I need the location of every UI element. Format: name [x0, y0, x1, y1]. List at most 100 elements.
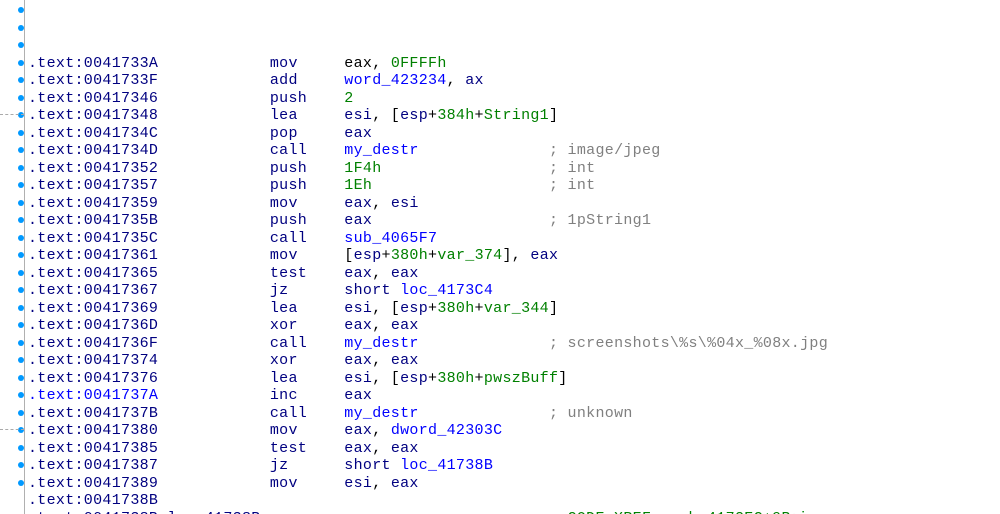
section-addr: .text:00417359	[28, 195, 158, 212]
breakpoint-dot[interactable]	[18, 130, 24, 136]
mnemonic: push	[270, 177, 344, 194]
code-line[interactable]: .text:00417352 push 1F4h ; int	[28, 160, 1000, 178]
code-line[interactable]: .text:00417380 mov eax, dword_42303C	[28, 422, 1000, 440]
breakpoint-dot[interactable]	[18, 480, 24, 486]
breakpoint-dot[interactable]	[18, 410, 24, 416]
comment: ; 1pString1	[549, 212, 651, 229]
breakpoint-dot[interactable]	[18, 147, 24, 153]
code-line[interactable]: .text:00417387 jz short loc_41738B	[28, 457, 1000, 475]
code-label	[168, 335, 270, 352]
mnemonic: lea	[270, 300, 344, 317]
breakpoint-dot[interactable]	[18, 252, 24, 258]
breakpoint-dot[interactable]	[18, 340, 24, 346]
code-line[interactable]: .text:0041735B push eax ; 1pString1	[28, 212, 1000, 230]
comment: ; image/jpeg	[549, 142, 661, 159]
code-line[interactable]: .text:00417374 xor eax, eax	[28, 352, 1000, 370]
breakpoint-dot[interactable]	[18, 235, 24, 241]
code-line[interactable]: .text:0041738B loc_41738B: ; CODE XREF: …	[28, 510, 1000, 514]
operands: my_destr	[344, 142, 418, 159]
fold-rule	[0, 429, 24, 431]
code-line[interactable]: .text:00417385 test eax, eax	[28, 440, 1000, 458]
code-label	[168, 125, 270, 142]
breakpoint-dot[interactable]	[18, 305, 24, 311]
code-line[interactable]: .text:00417376 lea esi, [esp+380h+pwszBu…	[28, 370, 1000, 388]
operands: 1F4h	[344, 160, 381, 177]
code-line[interactable]: .text:0041734D call my_destr ; image/jpe…	[28, 142, 1000, 160]
breakpoint-dot[interactable]	[18, 165, 24, 171]
mnemonic: call	[270, 405, 344, 422]
code-lines: .text:0041733A mov eax, 0FFFFh.text:0041…	[28, 55, 1000, 514]
breakpoint-dot[interactable]	[18, 392, 24, 398]
breakpoint-dot[interactable]	[18, 200, 24, 206]
operands: my_destr	[344, 335, 418, 352]
breakpoint-dot[interactable]	[18, 375, 24, 381]
comment: ; unknown	[549, 405, 633, 422]
operands: 2	[344, 90, 353, 107]
fold-rule	[0, 114, 24, 116]
operands: eax, eax	[344, 317, 418, 334]
breakpoint-dot[interactable]	[18, 217, 24, 223]
code-line[interactable]: .text:00417367 jz short loc_4173C4	[28, 282, 1000, 300]
disassembly-view: .text:0041733A mov eax, 0FFFFh.text:0041…	[0, 0, 1000, 514]
breakpoint-dot[interactable]	[18, 357, 24, 363]
code-line[interactable]: .text:0041735C call sub_4065F7	[28, 230, 1000, 248]
mnemonic: pop	[270, 125, 344, 142]
code-label	[168, 405, 270, 422]
code-line[interactable]: .text:0041736D xor eax, eax	[28, 317, 1000, 335]
code-line[interactable]: .text:00417361 mov [esp+380h+var_374], e…	[28, 247, 1000, 265]
mnemonic: xor	[270, 317, 344, 334]
breakpoint-dot[interactable]	[18, 25, 24, 31]
code-label	[168, 475, 270, 492]
code-line[interactable]: .text:0041736F call my_destr ; screensho…	[28, 335, 1000, 353]
code-label	[168, 90, 270, 107]
section-addr: .text:00417352	[28, 160, 158, 177]
section-addr: .text:0041737A	[28, 387, 158, 404]
code-label	[168, 212, 270, 229]
comment: ; int	[549, 160, 596, 177]
breakpoint-dot[interactable]	[18, 7, 24, 13]
code-line[interactable]: .text:00417359 mov eax, esi	[28, 195, 1000, 213]
breakpoint-dot[interactable]	[18, 462, 24, 468]
breakpoint-dot[interactable]	[18, 445, 24, 451]
operands: short loc_41738B	[344, 457, 493, 474]
code-line[interactable]: .text:0041738B	[28, 492, 1000, 510]
code-line[interactable]: .text:00417365 test eax, eax	[28, 265, 1000, 283]
breakpoint-dot[interactable]	[18, 77, 24, 83]
breakpoint-dot[interactable]	[18, 270, 24, 276]
code-label	[168, 265, 270, 282]
comment: ; screenshots\%s\%04x_%08x.jpg	[549, 335, 828, 352]
code-line[interactable]: .text:0041737A inc eax	[28, 387, 1000, 405]
code-label	[168, 107, 270, 124]
operands: 1Eh	[344, 177, 372, 194]
code-line[interactable]: .text:00417369 lea esi, [esp+380h+var_34…	[28, 300, 1000, 318]
operands: short loc_4173C4	[344, 282, 493, 299]
breakpoint-dot[interactable]	[18, 95, 24, 101]
section-addr: .text:0041733F	[28, 72, 158, 89]
operands: [esp+380h+var_374], eax	[344, 247, 558, 264]
code-line[interactable]: .text:00417346 push 2	[28, 90, 1000, 108]
mnemonic: call	[270, 335, 344, 352]
code-label	[168, 492, 270, 509]
mnemonic: xor	[270, 352, 344, 369]
mnemonic: jz	[270, 457, 344, 474]
section-addr: .text:00417365	[28, 265, 158, 282]
code-line[interactable]: .text:00417357 push 1Eh ; int	[28, 177, 1000, 195]
code-label	[168, 457, 270, 474]
breakpoint-dot[interactable]	[18, 182, 24, 188]
code-line[interactable]: .text:0041734C pop eax	[28, 125, 1000, 143]
breakpoint-dot[interactable]	[18, 42, 24, 48]
code-line[interactable]: .text:00417389 mov esi, eax	[28, 475, 1000, 493]
breakpoint-dot[interactable]	[18, 322, 24, 328]
operands: eax, esi	[344, 195, 418, 212]
code-line[interactable]: .text:0041733A mov eax, 0FFFFh	[28, 55, 1000, 73]
section-addr: .text:0041737B	[28, 405, 158, 422]
section-addr: .text:0041735C	[28, 230, 158, 247]
code-line[interactable]: .text:0041737B call my_destr ; unknown	[28, 405, 1000, 423]
code-line[interactable]: .text:00417348 lea esi, [esp+384h+String…	[28, 107, 1000, 125]
code-line[interactable]: .text:0041733F add word_423234, ax	[28, 72, 1000, 90]
breakpoint-dot[interactable]	[18, 60, 24, 66]
code-label	[168, 422, 270, 439]
breakpoint-dot[interactable]	[18, 287, 24, 293]
operands: eax, eax	[344, 265, 418, 282]
code-label	[168, 72, 270, 89]
